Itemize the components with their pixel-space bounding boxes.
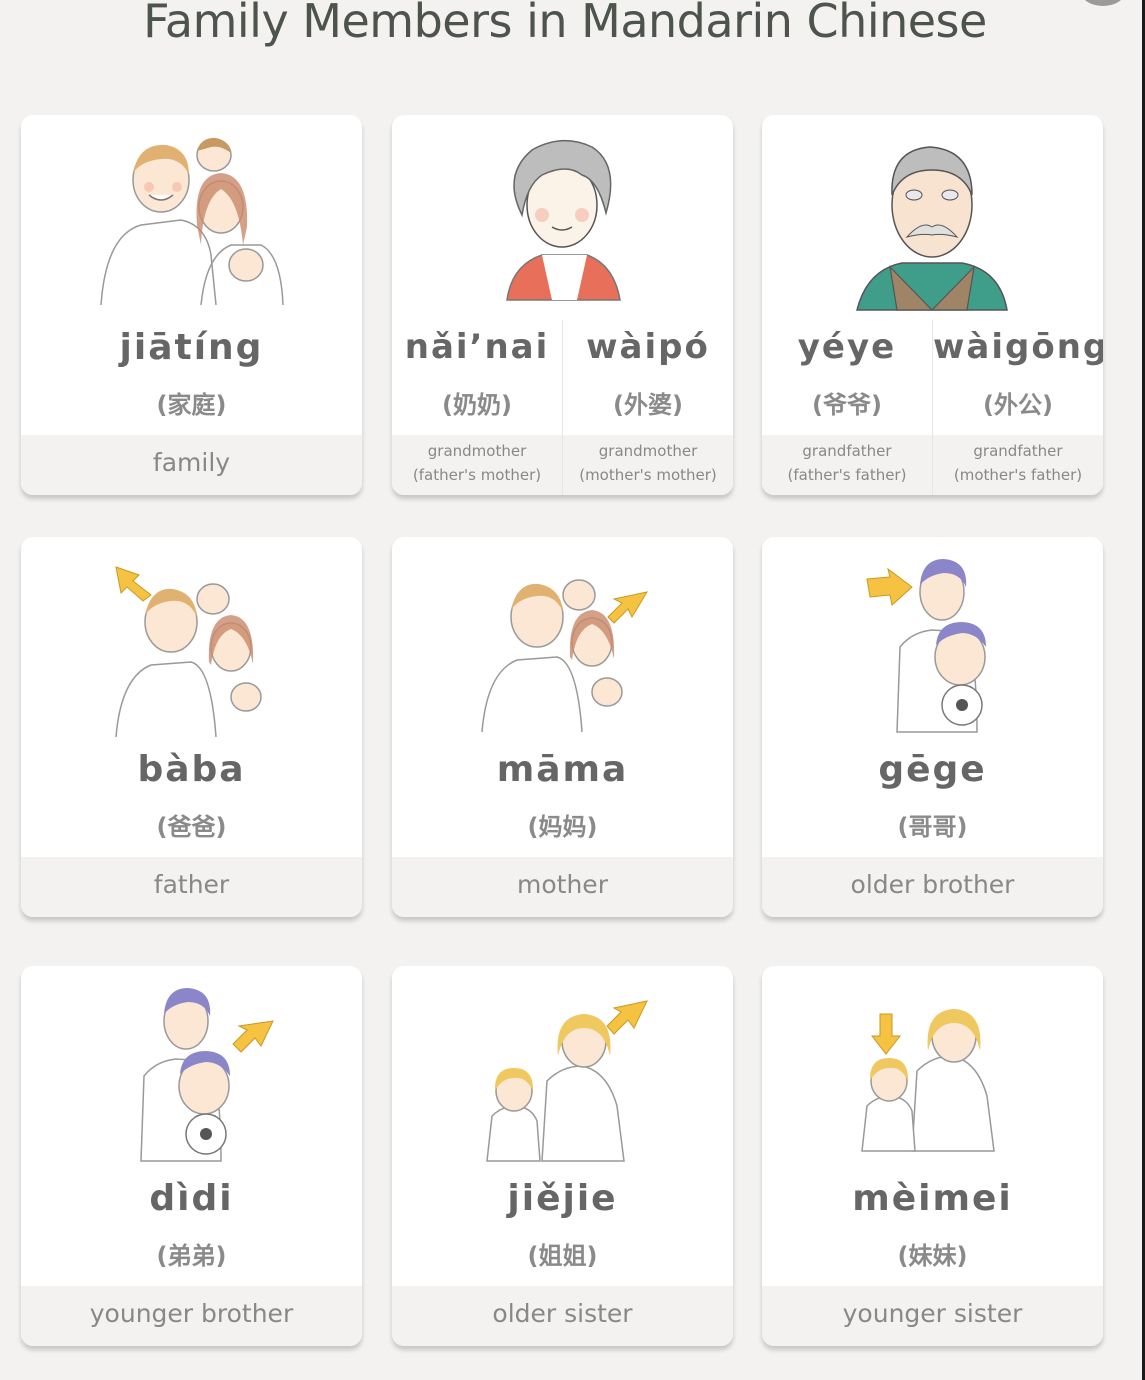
split-labels: nǎi’nai (奶奶) grandmother (father's mothe… xyxy=(392,320,733,495)
meaning-label: grandmother (father's mother) xyxy=(392,435,562,495)
pinyin-label: gēge xyxy=(878,749,987,790)
card-mother[interactable]: māma (妈妈) mother xyxy=(392,537,733,917)
pinyin-label: mèimei xyxy=(852,1178,1013,1219)
hanzi-label: (姐姐) xyxy=(527,1242,598,1270)
meaning-label: older brother xyxy=(762,857,1103,917)
meaning-label: father xyxy=(21,857,362,917)
card-grandfather[interactable]: yéye (爷爷) grandfather (father's father) … xyxy=(762,115,1103,495)
meaning-label: mother xyxy=(392,857,733,917)
split-right: wàipó (外婆) grandmother (mother's mother) xyxy=(563,320,733,495)
card-family[interactable]: jiātíng (家庭) family xyxy=(21,115,362,495)
sisters-arrow-older-illustration xyxy=(392,966,733,1171)
meaning-line-1: grandfather xyxy=(802,442,892,460)
sisters-arrow-younger-illustration xyxy=(762,966,1103,1171)
pinyin-label: yéye xyxy=(797,327,897,367)
family-illustration xyxy=(21,115,362,320)
card-younger-brother[interactable]: dìdi (弟弟) younger brother xyxy=(21,966,362,1346)
brothers-arrow-older-illustration xyxy=(762,537,1103,742)
meaning-line-1: grandmother xyxy=(598,442,698,460)
meaning-label: younger sister xyxy=(762,1286,1103,1346)
arrow-icon xyxy=(607,591,649,624)
arrow-icon xyxy=(115,566,152,602)
hanzi-label: (爷爷) xyxy=(812,391,882,419)
arrow-icon xyxy=(866,567,913,606)
hanzi-label: (外婆) xyxy=(613,391,683,419)
hanzi-label: (爸爸) xyxy=(156,813,227,841)
split-left: yéye (爷爷) grandfather (father's father) xyxy=(762,320,932,495)
hanzi-label: (妈妈) xyxy=(527,813,598,841)
meaning-label: grandfather (father's father) xyxy=(762,435,932,495)
meaning-label: older sister xyxy=(392,1286,733,1346)
meaning-line-1: grandmother xyxy=(427,442,527,460)
family-arrow-mother-illustration xyxy=(392,537,733,742)
hanzi-label: (家庭) xyxy=(156,391,227,419)
card-father[interactable]: bàba (爸爸) father xyxy=(21,537,362,917)
card-younger-sister[interactable]: mèimei (妹妹) younger sister xyxy=(762,966,1103,1346)
arrow-icon xyxy=(232,1020,274,1053)
meaning-line-2: (mother's mother) xyxy=(579,466,717,484)
page-title: Family Members in Mandarin Chinese xyxy=(143,0,987,48)
meaning-line-2: (father's father) xyxy=(787,466,907,484)
arrow-icon xyxy=(870,1013,902,1055)
pinyin-label: nǎi’nai xyxy=(404,327,550,367)
split-right: wàigōng (外公) grandfather (mother's fathe… xyxy=(933,320,1103,495)
family-arrow-father-illustration xyxy=(21,537,362,742)
hanzi-label: (妹妹) xyxy=(897,1242,968,1270)
card-grandmother[interactable]: nǎi’nai (奶奶) grandmother (father's mothe… xyxy=(392,115,733,495)
pinyin-label: jiějie xyxy=(507,1178,618,1219)
meaning-line-1: grandfather xyxy=(973,442,1063,460)
meaning-label: family xyxy=(21,435,362,495)
split-left: nǎi’nai (奶奶) grandmother (father's mothe… xyxy=(392,320,562,495)
pinyin-label: wàipó xyxy=(586,327,710,367)
card-older-sister[interactable]: jiějie (姐姐) older sister xyxy=(392,966,733,1346)
grandfather-illustration xyxy=(762,115,1103,320)
meaning-label: grandmother (mother's mother) xyxy=(563,435,733,495)
pinyin-label: māma xyxy=(496,749,629,790)
split-labels: yéye (爷爷) grandfather (father's father) … xyxy=(762,320,1103,495)
pinyin-label: wàigōng xyxy=(933,327,1103,367)
meaning-label: younger brother xyxy=(21,1286,362,1346)
meaning-line-2: (father's mother) xyxy=(412,466,542,484)
hanzi-label: (奶奶) xyxy=(442,391,512,419)
arrow-icon xyxy=(606,1000,648,1035)
hanzi-label: (哥哥) xyxy=(897,813,968,841)
hanzi-label: (外公) xyxy=(983,391,1053,419)
grandmother-illustration xyxy=(392,115,733,320)
brothers-arrow-younger-illustration xyxy=(21,966,362,1171)
meaning-line-2: (mother's father) xyxy=(953,466,1083,484)
pinyin-label: dìdi xyxy=(149,1178,234,1219)
pinyin-label: jiātíng xyxy=(119,327,264,368)
meaning-label: grandfather (mother's father) xyxy=(933,435,1103,495)
hanzi-label: (弟弟) xyxy=(156,1242,227,1270)
pinyin-label: bàba xyxy=(137,749,246,790)
card-older-brother[interactable]: gēge (哥哥) older brother xyxy=(762,537,1103,917)
